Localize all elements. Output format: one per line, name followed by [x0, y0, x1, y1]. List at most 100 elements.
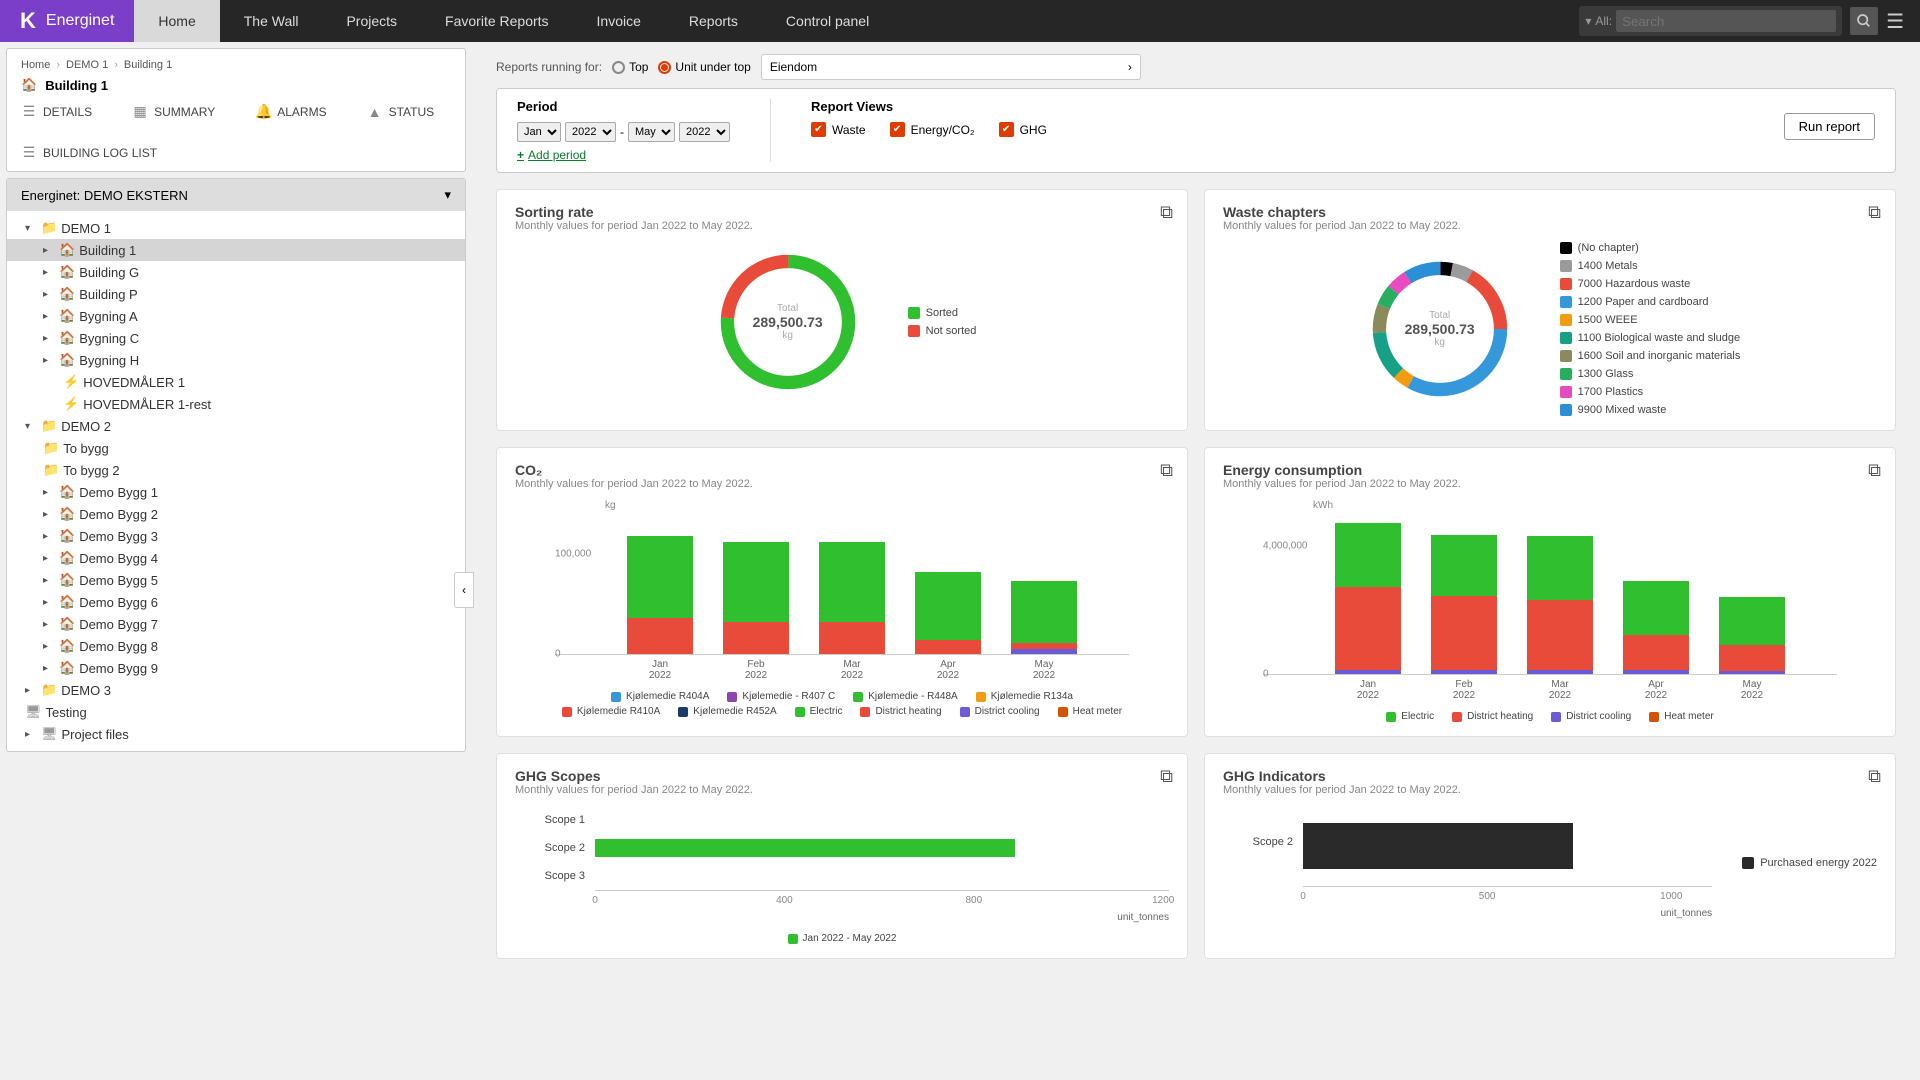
- nav-reports[interactable]: Reports: [665, 0, 762, 42]
- sidebar-collapse-button[interactable]: ‹: [454, 572, 474, 608]
- card-title: GHG Scopes: [515, 768, 1169, 784]
- tree-header[interactable]: Energinet: DEMO EKSTERN ▾: [7, 179, 465, 211]
- collapse-icon: ▾: [25, 421, 37, 432]
- open-external-icon[interactable]: ⧉: [1868, 766, 1881, 787]
- tree-bygning-c[interactable]: ▸🏠Bygning C: [7, 327, 465, 349]
- check-energy-co2[interactable]: ✔Energy/CO₂: [890, 122, 975, 137]
- tree-panel: Energinet: DEMO EKSTERN ▾ ▾📁DEMO 1 ▸🏠Bui…: [6, 178, 466, 752]
- tree-meter-1[interactable]: ⚡HOVEDMÅLER 1: [7, 371, 465, 393]
- bell-icon: 🔔: [255, 103, 271, 120]
- nav-projects[interactable]: Projects: [322, 0, 421, 42]
- sidebar: Home › DEMO 1 › Building 1 🏠 Building 1 …: [0, 42, 472, 1080]
- swatch: [1560, 368, 1572, 380]
- tree-project-files[interactable]: ▸🖥Project files: [7, 723, 465, 745]
- building-icon: 🏠: [59, 330, 75, 346]
- tree-demo-bygg-8[interactable]: ▸🏠Demo Bygg 8: [7, 635, 465, 657]
- period-from-year[interactable]: 2022: [565, 122, 616, 142]
- open-external-icon[interactable]: ⧉: [1160, 766, 1173, 787]
- building-icon: 🏠: [59, 572, 75, 588]
- swatch: [1560, 350, 1572, 362]
- search-input[interactable]: [1616, 10, 1836, 32]
- tree-demo-bygg-1[interactable]: ▸🏠Demo Bygg 1: [7, 481, 465, 503]
- tree-demo-bygg-9[interactable]: ▸🏠Demo Bygg 9: [7, 657, 465, 679]
- tree-building-g[interactable]: ▸🏠Building G: [7, 261, 465, 283]
- building-icon: 🏠: [59, 352, 75, 368]
- nav-control-panel[interactable]: Control panel: [762, 0, 893, 42]
- tree-bygning-h[interactable]: ▸🏠Bygning H: [7, 349, 465, 371]
- card-subtitle: Monthly values for period Jan 2022 to Ma…: [515, 784, 1169, 796]
- tree-to-bygg-2[interactable]: 📁To bygg 2: [7, 459, 465, 481]
- search-button[interactable]: [1850, 7, 1878, 35]
- expand-icon: ▸: [43, 641, 55, 652]
- swatch: [1560, 278, 1572, 290]
- tree-demo-bygg-2[interactable]: ▸🏠Demo Bygg 2: [7, 503, 465, 525]
- open-external-icon[interactable]: ⧉: [1868, 460, 1881, 481]
- period-to-year[interactable]: 2022: [679, 122, 730, 142]
- breadcrumb-building1[interactable]: Building 1: [124, 59, 172, 71]
- tree-testing[interactable]: 🖥Testing: [7, 701, 465, 723]
- swatch: [562, 707, 572, 717]
- logo-icon: K: [20, 8, 36, 34]
- tree-demo2[interactable]: ▾📁DEMO 2: [7, 415, 465, 437]
- open-external-icon[interactable]: ⧉: [1160, 202, 1173, 223]
- expand-icon: ▸: [43, 355, 55, 366]
- nav-home[interactable]: Home: [134, 0, 219, 42]
- tree-demo-bygg-3[interactable]: ▸🏠Demo Bygg 3: [7, 525, 465, 547]
- add-period-button[interactable]: +Add period: [517, 148, 730, 162]
- tree-demo-bygg-6[interactable]: ▸🏠Demo Bygg 6: [7, 591, 465, 613]
- nav-the-wall[interactable]: The Wall: [220, 0, 323, 42]
- tree-to-bygg[interactable]: 📁To bygg: [7, 437, 465, 459]
- unit-select[interactable]: Eiendom ›: [761, 54, 1141, 80]
- plus-icon: +: [517, 148, 524, 162]
- breadcrumb-demo1[interactable]: DEMO 1: [66, 59, 108, 71]
- period-to-month[interactable]: May: [628, 122, 675, 142]
- radio-under-top[interactable]: Unit under top: [658, 60, 750, 74]
- page-title: Building 1: [45, 78, 108, 93]
- swatch: [678, 707, 688, 717]
- expand-icon: ▸: [43, 487, 55, 498]
- swatch: [960, 707, 970, 717]
- card-title: Waste chapters: [1223, 204, 1877, 220]
- tree-building-p[interactable]: ▸🏠Building P: [7, 283, 465, 305]
- tree-demo3[interactable]: ▸📁DEMO 3: [7, 679, 465, 701]
- logo[interactable]: K Energinet: [0, 0, 134, 42]
- subnav-log[interactable]: ☰BUILDING LOG LIST: [21, 144, 157, 161]
- subnav-status[interactable]: ▲STATUS: [367, 103, 435, 120]
- run-report-button[interactable]: Run report: [1784, 113, 1875, 140]
- expand-icon: ▸: [25, 729, 37, 740]
- breadcrumb-home[interactable]: Home: [21, 59, 50, 71]
- tree-demo-bygg-5[interactable]: ▸🏠Demo Bygg 5: [7, 569, 465, 591]
- search-scope-label: All:: [1595, 14, 1612, 28]
- building-icon: 🏠: [21, 77, 37, 93]
- check-waste[interactable]: ✔Waste: [811, 122, 866, 137]
- card-subtitle: Monthly values for period Jan 2022 to Ma…: [1223, 478, 1877, 490]
- expand-icon: ▸: [25, 685, 37, 696]
- tree-demo1[interactable]: ▾📁DEMO 1: [7, 217, 465, 239]
- tree-bygning-a[interactable]: ▸🏠Bygning A: [7, 305, 465, 327]
- subnav-alarms[interactable]: 🔔ALARMS: [255, 103, 326, 120]
- radio-top[interactable]: Top: [612, 60, 648, 74]
- nav-favorite-reports[interactable]: Favorite Reports: [421, 0, 572, 42]
- nav-invoice[interactable]: Invoice: [573, 0, 665, 42]
- expand-icon: ▸: [43, 267, 55, 278]
- list-icon: ☰: [21, 103, 37, 120]
- open-external-icon[interactable]: ⧉: [1160, 460, 1173, 481]
- tree-demo-bygg-4[interactable]: ▸🏠Demo Bygg 4: [7, 547, 465, 569]
- hbar-chart: Scope 1 Scope 2 Scope 3: [515, 806, 1169, 890]
- hamburger-icon[interactable]: ☰: [1886, 9, 1904, 34]
- period-from-month[interactable]: Jan: [517, 122, 561, 142]
- subnav-details[interactable]: ☰DETAILS: [21, 103, 92, 120]
- subnav-summary[interactable]: ▦SUMMARY: [132, 103, 215, 120]
- tree-building-1[interactable]: ▸🏠Building 1: [7, 239, 465, 261]
- filter-icon[interactable]: ▾: [1585, 14, 1591, 28]
- folder-icon: 📁: [41, 418, 57, 434]
- swatch: [976, 692, 986, 702]
- open-external-icon[interactable]: ⧉: [1868, 202, 1881, 223]
- check-ghg[interactable]: ✔GHG: [999, 122, 1047, 137]
- bar-chart: kWh 4,000,000 0 Jan2022Feb2022Mar2022Apr…: [1223, 500, 1877, 722]
- tree-demo-bygg-7[interactable]: ▸🏠Demo Bygg 7: [7, 613, 465, 635]
- folder-icon: 📁: [43, 462, 59, 478]
- expand-icon: ▸: [43, 289, 55, 300]
- building-icon: 🏠: [59, 616, 75, 632]
- tree-meter-1-rest[interactable]: ⚡HOVEDMÅLER 1-rest: [7, 393, 465, 415]
